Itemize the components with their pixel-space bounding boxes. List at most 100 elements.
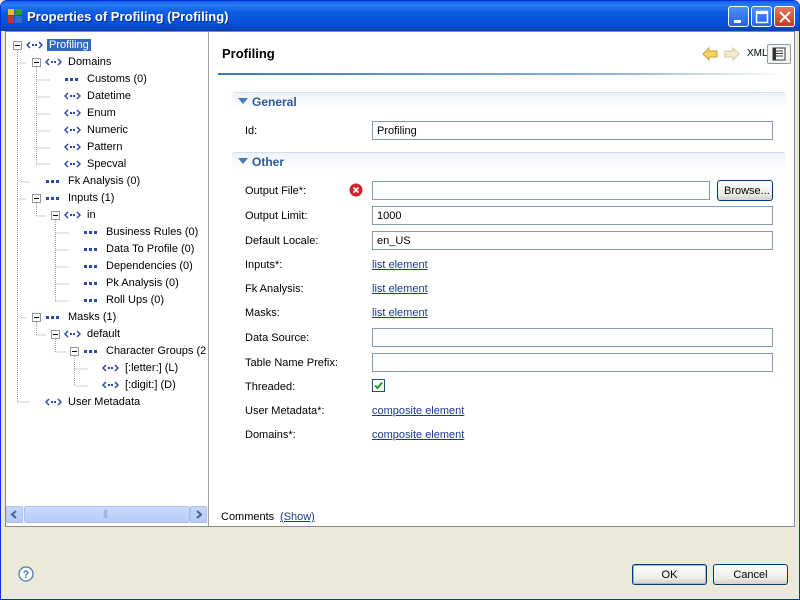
tree-node[interactable]: Business Rules (0)	[83, 224, 200, 241]
output-limit-field[interactable]	[372, 206, 773, 225]
composite-node-icon	[64, 92, 81, 100]
tree-node[interactable]: Enum	[64, 105, 118, 122]
tree-node[interactable]: Data To Profile (0)	[83, 241, 196, 258]
comments-label: Comments	[221, 511, 275, 523]
composite-node-icon	[64, 211, 81, 219]
output-file-field[interactable]	[372, 181, 710, 200]
tree-node-label: Profiling	[47, 39, 91, 51]
list-node-icon	[65, 78, 78, 82]
scroll-thumb[interactable]: |||	[24, 506, 190, 523]
tree-node[interactable]: Inputs (1)	[45, 190, 116, 207]
list-node-icon	[84, 299, 97, 303]
composite-node-icon	[64, 109, 81, 117]
user-metadata-link[interactable]: composite element	[372, 405, 464, 417]
section-other-header[interactable]: Other	[232, 152, 786, 170]
minimize-button[interactable]	[728, 6, 749, 27]
tree-node-label: User Metadata	[68, 396, 141, 408]
help-icon[interactable]: ?	[18, 566, 34, 582]
table-name-prefix-label: Table Name Prefix:	[245, 357, 338, 369]
tree-node-label: Specval	[87, 158, 127, 170]
scroll-thumb-grip: |||	[103, 508, 108, 518]
tree-horizontal-scrollbar[interactable]: |||	[6, 506, 208, 523]
table-name-prefix-field[interactable]	[372, 353, 773, 372]
tree-node-label: Pattern	[87, 141, 123, 153]
expand-triangle-icon	[238, 158, 248, 164]
id-field[interactable]	[372, 121, 773, 140]
tree-node[interactable]: Datetime	[64, 88, 133, 105]
tree-collapse-toggle[interactable]	[32, 58, 41, 67]
inputs-link[interactable]: list element	[372, 259, 428, 271]
tree-node[interactable]: Specval	[64, 156, 128, 173]
tree-node[interactable]: Pk Analysis (0)	[83, 275, 181, 292]
close-icon	[779, 11, 791, 23]
composite-node-icon	[102, 364, 119, 372]
maximize-button[interactable]	[751, 6, 772, 27]
tree-node[interactable]: Roll Ups (0)	[83, 292, 166, 309]
masks-link[interactable]: list element	[372, 307, 428, 319]
tree-node-label: Datetime	[87, 90, 132, 102]
comments-show-link[interactable]: (Show)	[280, 511, 315, 523]
tree-node-label: default	[87, 328, 121, 340]
properties-form-pane: Profiling XML General Id: Profiling Othe…	[210, 32, 794, 526]
tree-node[interactable]: Fk Analysis (0)	[45, 173, 142, 190]
tree-node-label: in	[87, 209, 96, 221]
composite-node-icon	[26, 41, 43, 49]
fk-analysis-link[interactable]: list element	[372, 283, 428, 295]
chevron-left-icon	[10, 510, 17, 519]
tree-node-label: Data To Profile (0)	[106, 243, 195, 255]
tree-node[interactable]: [:digit:] (D)	[102, 377, 178, 394]
tree-collapse-toggle[interactable]	[70, 347, 79, 356]
threaded-label: Threaded:	[245, 381, 296, 393]
composite-node-icon	[64, 126, 81, 134]
tree-collapse-toggle[interactable]	[32, 313, 41, 322]
app-logo-icon	[8, 9, 22, 23]
tree-node[interactable]: in	[64, 207, 98, 224]
arrow-left-icon[interactable]	[702, 46, 718, 62]
default-locale-field[interactable]	[372, 231, 773, 250]
error-icon	[349, 183, 363, 197]
list-node-icon	[46, 197, 59, 201]
section-general-title: General	[252, 95, 297, 109]
tree-node[interactable]: User Metadata	[45, 394, 142, 411]
list-node-icon	[84, 350, 97, 354]
composite-node-icon	[64, 143, 81, 151]
composite-node-icon	[45, 58, 62, 66]
tree-node-label: Domains	[68, 56, 112, 68]
xml-view-label[interactable]: XML	[747, 48, 768, 59]
tree-collapse-toggle[interactable]	[51, 330, 60, 339]
tree-node-label: Roll Ups (0)	[106, 294, 165, 306]
arrow-right-icon[interactable]	[724, 46, 740, 62]
close-button[interactable]	[774, 6, 795, 27]
tree-node[interactable]: Character Groups (2	[83, 343, 208, 360]
tree-collapse-toggle[interactable]	[13, 41, 22, 50]
form-view-toggle-button[interactable]	[767, 44, 791, 64]
threaded-checkbox[interactable]	[372, 379, 385, 392]
cancel-button[interactable]: Cancel	[713, 564, 788, 585]
tree-node[interactable]: Masks (1)	[45, 309, 118, 326]
tree-node[interactable]: Pattern	[64, 139, 124, 156]
scroll-left-button[interactable]	[6, 506, 23, 523]
tree-collapse-toggle[interactable]	[51, 211, 60, 220]
composite-node-icon	[45, 398, 62, 406]
minimize-icon	[734, 20, 741, 23]
data-source-field[interactable]	[372, 328, 773, 347]
tree-node[interactable]: Dependencies (0)	[83, 258, 195, 275]
list-node-icon	[84, 248, 97, 252]
tree-node-label: Numeric	[87, 124, 128, 136]
tree-node[interactable]: Numeric	[64, 122, 130, 139]
domains-link[interactable]: composite element	[372, 429, 464, 441]
tree-node[interactable]: Profiling	[26, 37, 91, 54]
section-general-header[interactable]: General	[232, 92, 786, 110]
tree-collapse-toggle[interactable]	[32, 194, 41, 203]
scroll-right-button[interactable]	[190, 506, 207, 523]
ok-button[interactable]: OK	[632, 564, 707, 585]
tree-node[interactable]: Domains	[45, 54, 113, 71]
id-label: Id:	[245, 125, 258, 137]
chevron-right-icon	[196, 510, 203, 519]
tree-node-label: Enum	[87, 107, 116, 119]
tree-node[interactable]: default	[64, 326, 122, 343]
tree-node[interactable]: Customs (0)	[64, 71, 149, 88]
tree-node[interactable]: [:letter:] (L)	[102, 360, 180, 377]
browse-button[interactable]: Browse...	[717, 180, 773, 201]
title-bar[interactable]: Properties of Profiling (Profiling)	[1, 1, 799, 31]
